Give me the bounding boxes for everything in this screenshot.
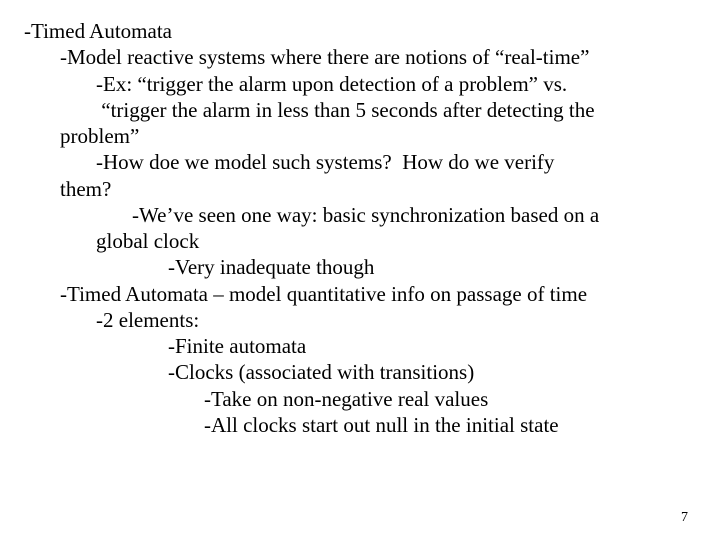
outline-line: them?	[60, 176, 696, 202]
outline-line: -Take on non-negative real values	[204, 386, 696, 412]
outline-line: “trigger the alarm in less than 5 second…	[96, 97, 696, 123]
outline-line: -Timed Automata	[24, 18, 696, 44]
outline-line: -Finite automata	[168, 333, 696, 359]
outline-line: -Model reactive systems where there are …	[60, 44, 696, 70]
outline-line: -Clocks (associated with transitions)	[168, 359, 696, 385]
outline-line: -Ex: “trigger the alarm upon detection o…	[96, 71, 696, 97]
outline-line: -Timed Automata – model quantitative inf…	[60, 281, 696, 307]
outline-line: -Very inadequate though	[168, 254, 696, 280]
slide-page: -Timed Automata -Model reactive systems …	[0, 0, 720, 540]
outline-line: -2 elements:	[96, 307, 696, 333]
outline-line: -All clocks start out null in the initia…	[204, 412, 696, 438]
outline-line: -We’ve seen one way: basic synchronizati…	[132, 202, 696, 228]
outline-line: global clock	[96, 228, 696, 254]
page-number: 7	[681, 509, 688, 527]
outline-line: -How doe we model such systems? How do w…	[96, 149, 696, 175]
outline-line: problem”	[60, 123, 696, 149]
